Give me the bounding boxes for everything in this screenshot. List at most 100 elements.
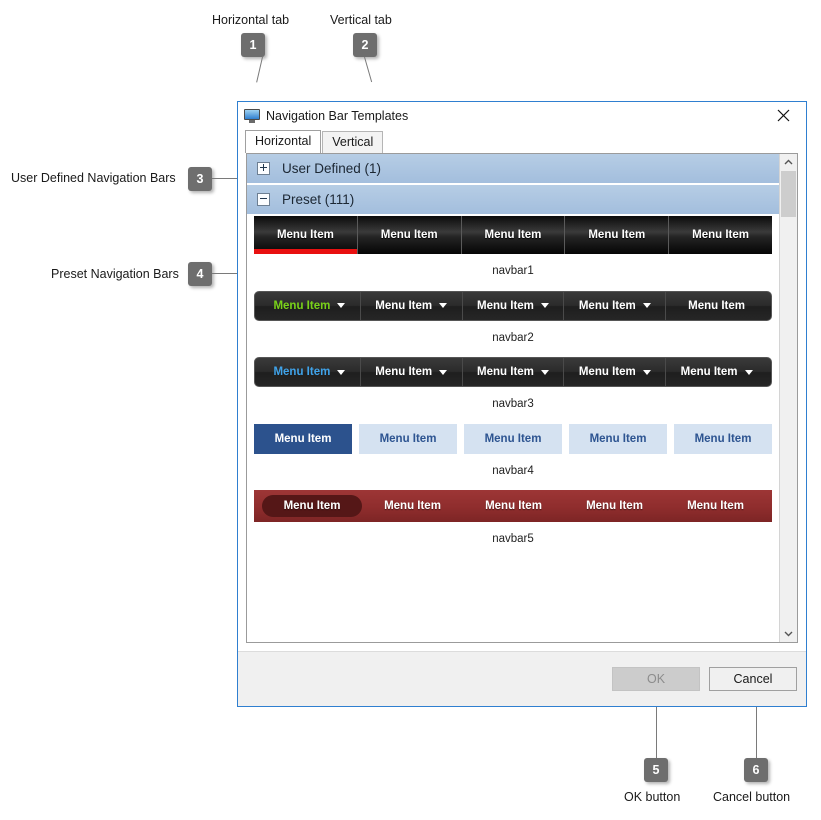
navbar-item-label: Menu Item [477,366,534,378]
tabstrip: Horizontal Vertical [238,130,806,153]
templates-list-body: User Defined (1) Preset (111) Menu Item … [247,154,779,642]
tab-vertical[interactable]: Vertical [322,131,384,153]
annotation-label-2: Vertical tab [330,13,392,27]
navbar-item: Menu Item [674,423,772,454]
template-navbar3[interactable]: Menu Item Menu Item Menu Item Menu Item … [247,357,779,424]
navbar-item: Menu Item [384,500,441,512]
close-icon[interactable] [761,102,806,129]
chevron-down-icon [439,369,448,375]
navbar-item-label: Menu Item [375,366,433,378]
navbar-item: Menu Item [463,358,565,386]
navbar4-preview: Menu Item Menu Item Menu Item Menu Item … [254,423,772,454]
group-label-user-defined: User Defined (1) [282,160,382,176]
chevron-down-icon [439,303,448,308]
navbar-item-label: Menu Item [477,299,534,312]
navbar-item: Menu Item [463,291,565,320]
navbar-item: Menu Item [564,358,667,386]
navbar-item: Menu Item [666,358,767,386]
templates-pane: User Defined (1) Preset (111) Menu Item … [238,153,806,651]
dialog-title: Navigation Bar Templates [266,108,409,123]
navbar-item: Menu Item [669,216,772,254]
annotation-leader-2 [364,56,373,83]
template-caption: navbar2 [492,331,534,344]
navbar-item: Menu Item [262,495,362,517]
annotation-marker-2: 2 [353,33,377,57]
chevron-down-icon [337,303,346,308]
navbar-item-label: Menu Item [273,366,331,378]
navbar1-preview: Menu Item Menu Item Menu Item Menu Item … [254,216,772,254]
minus-icon[interactable] [257,193,270,206]
navbar5-preview: Menu Item Menu Item Menu Item Menu Item … [254,490,772,522]
navbar3-preview: Menu Item Menu Item Menu Item Menu Item … [254,357,772,387]
navigation-bar-templates-dialog: Navigation Bar Templates Horizontal Vert… [237,101,807,707]
navbar-item: Menu Item [464,423,562,454]
annotation-marker-4: 4 [188,262,212,286]
navbar-item-label: Menu Item [375,299,433,312]
navbar-item-label: Menu Item [578,366,636,378]
navbar-item: Menu Item [361,358,463,386]
template-navbar5[interactable]: Menu Item Menu Item Menu Item Menu Item … [247,490,779,559]
navbar-item: Menu Item [254,216,358,254]
template-caption: navbar4 [492,464,534,477]
template-navbar4[interactable]: Menu Item Menu Item Menu Item Menu Item … [247,423,779,491]
navbar-item: Menu Item [564,291,667,320]
annotation-label-5: OK button [624,790,681,804]
chevron-down-icon [642,369,651,375]
chevron-down-icon [744,369,753,375]
navbar-item-label: Menu Item [680,366,738,378]
chevron-down-icon[interactable] [780,625,797,642]
annotation-leader-1 [256,56,263,83]
annotation-marker-1: 1 [241,33,265,57]
template-caption: navbar5 [492,533,534,545]
navbar-item: Menu Item [254,423,352,454]
navbar-item: Menu Item [687,500,744,512]
annotation-label-6: Cancel button [713,790,791,804]
navbar-item: Menu Item [569,423,667,454]
scrollbar-track[interactable] [780,171,797,625]
annotation-label-4: Preset Navigation Bars [51,267,179,281]
plus-icon[interactable] [257,162,270,175]
template-navbar1[interactable]: Menu Item Menu Item Menu Item Menu Item … [247,216,779,291]
navbar-item-label: Menu Item [273,299,331,312]
navbar-item: Menu Item [259,358,361,386]
chevron-down-icon [337,369,346,375]
vertical-scrollbar[interactable] [779,154,797,642]
navbar-item: Menu Item [461,216,566,254]
annotation-marker-6: 6 [744,758,768,782]
cancel-button[interactable]: Cancel [709,667,797,691]
navbar-item: Menu Item [565,216,670,254]
navbar-item-label: Menu Item [578,299,636,312]
tab-horizontal[interactable]: Horizontal [245,130,322,153]
group-header-user-defined[interactable]: User Defined (1) [247,154,779,185]
navbar-item: Menu Item [259,291,361,320]
navbar-item: Menu Item [485,500,542,512]
navbar2-preview: Menu Item Menu Item Menu Item Menu Item … [254,290,772,321]
dialog-footer: OK Cancel [238,651,806,706]
ok-button[interactable]: OK [612,667,700,691]
annotation-label-1: Horizontal tab [212,13,290,27]
monitor-icon [244,109,260,123]
chevron-up-icon[interactable] [780,154,797,171]
annotation-leader-5 [656,700,657,758]
navbar-item: Menu Item [586,500,643,512]
annotation-marker-5: 5 [644,758,668,782]
annotation-leader-6 [756,700,757,758]
navbar-item: Menu Item [357,216,462,254]
navbar-item: Menu Item [359,423,457,454]
scrollbar-thumb[interactable] [781,171,796,217]
group-label-preset: Preset (111) [282,191,355,207]
dialog-titlebar: Navigation Bar Templates [238,102,806,130]
template-caption: navbar3 [492,398,534,410]
template-navbar2[interactable]: Menu Item Menu Item Menu Item Menu Item … [247,290,779,358]
navbar-item: Menu Item [361,291,463,320]
navbar-item: Menu Item [666,292,767,320]
annotation-marker-3: 3 [188,167,212,191]
chevron-down-icon [540,303,549,308]
annotation-label-3: User Defined Navigation Bars [11,171,176,185]
navbar-item-label: Menu Item [688,299,746,312]
templates-listbox: User Defined (1) Preset (111) Menu Item … [246,153,798,643]
template-caption: navbar1 [492,265,534,277]
chevron-down-icon [642,303,651,308]
group-header-preset[interactable]: Preset (111) [247,185,779,216]
chevron-down-icon [540,369,549,375]
